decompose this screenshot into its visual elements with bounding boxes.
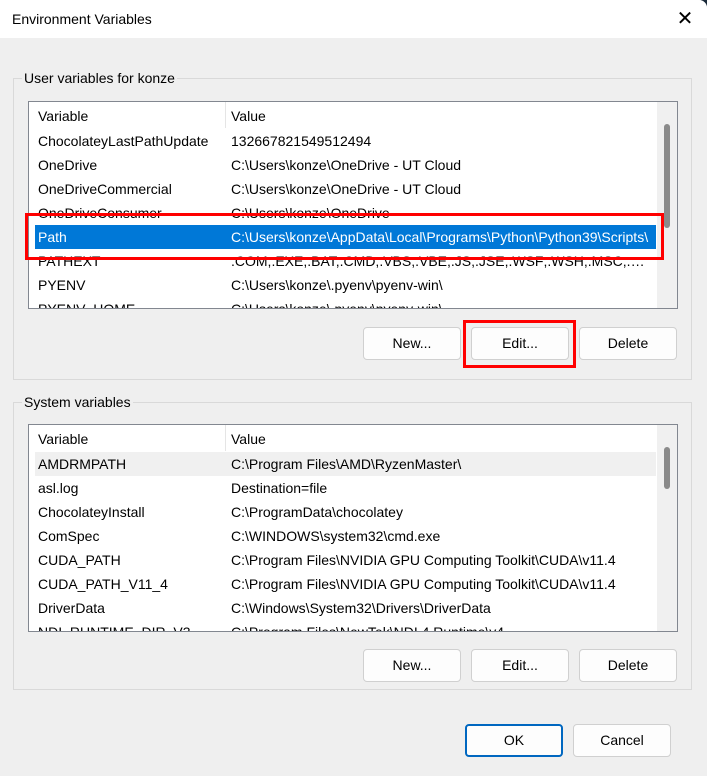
user-new-button[interactable]: New... bbox=[363, 327, 461, 360]
system-delete-button[interactable]: Delete bbox=[579, 649, 677, 682]
variable-value: C:\Users\konze\OneDrive bbox=[231, 205, 390, 221]
column-header-variable[interactable]: Variable bbox=[38, 431, 88, 447]
variable-value: .COM;.EXE;.BAT;.CMD;.VBS;.VBE;.JS;.JSE;.… bbox=[231, 253, 654, 269]
list-header: Variable Value bbox=[29, 102, 657, 128]
variable-value: C:\Program Files\AMD\RyzenMaster\ bbox=[231, 456, 462, 472]
variable-name: CUDA_PATH bbox=[38, 552, 121, 568]
variable-name: OneDriveConsumer bbox=[38, 205, 162, 221]
variable-name: AMDRMPATH bbox=[38, 456, 127, 472]
user-edit-button[interactable]: Edit... bbox=[471, 327, 569, 360]
variable-value: C:\Users\konze\OneDrive - UT Cloud bbox=[231, 181, 462, 197]
variable-value: 132667821549512494 bbox=[231, 133, 372, 149]
column-divider[interactable] bbox=[225, 425, 226, 451]
variable-name: ComSpec bbox=[38, 528, 100, 544]
variable-name: OneDriveCommercial bbox=[38, 181, 172, 197]
table-row[interactable]: CUDA_PATH_V11_4 C:\Program Files\NVIDIA G… bbox=[35, 572, 656, 596]
table-row[interactable]: PYENV_HOME C:\Users\konze\.pyenv\pyenv-wi… bbox=[35, 297, 656, 309]
variable-name: Path bbox=[38, 229, 67, 245]
variable-value: C:\Program Files\NewTek\NDI 4 Runtime\v4 bbox=[231, 624, 505, 632]
variable-value: C:\Windows\System32\Drivers\DriverData bbox=[231, 600, 491, 616]
variable-name: asl.log bbox=[38, 480, 79, 496]
scrollbar[interactable] bbox=[657, 425, 677, 631]
variable-name: ChocolateyLastPathUpdate bbox=[38, 133, 209, 149]
variable-value: C:\Program Files\NVIDIA GPU Computing To… bbox=[231, 552, 616, 568]
list-header: Variable Value bbox=[29, 425, 657, 451]
variable-name: PYENV_HOME bbox=[38, 301, 136, 309]
column-header-value[interactable]: Value bbox=[231, 431, 266, 447]
user-variables-list[interactable]: Variable Value ChocolateyLastPathUpdate 1… bbox=[28, 101, 678, 309]
dialog-title: Environment Variables bbox=[12, 11, 152, 27]
table-row[interactable]: OneDriveConsumer C:\Users\konze\OneDrive bbox=[35, 201, 656, 225]
table-row[interactable]: ChocolateyLastPathUpdate 1326678215495124… bbox=[35, 129, 656, 153]
variable-name: PATHEXT bbox=[38, 253, 101, 269]
system-variables-list[interactable]: Variable Value AMDRMPATH C:\Program Files… bbox=[28, 424, 678, 632]
table-row[interactable]: AMDRMPATH C:\Program Files\AMD\RyzenMaste… bbox=[35, 452, 656, 476]
variable-value: C:\Users\konze\.pyenv\pyenv-win\ bbox=[231, 277, 443, 293]
variable-name: OneDrive bbox=[38, 157, 98, 173]
scrollbar[interactable] bbox=[657, 102, 677, 308]
table-row[interactable]: NDI_RUNTIME_DIR_V3 C:\Program Files\NewTe… bbox=[35, 620, 656, 632]
variable-name: PYENV bbox=[38, 277, 86, 293]
system-new-button[interactable]: New... bbox=[363, 649, 461, 682]
table-row[interactable]: CUDA_PATH C:\Program Files\NVIDIA GPU Com… bbox=[35, 548, 656, 572]
variable-value: C:\Program Files\NVIDIA GPU Computing To… bbox=[231, 576, 616, 592]
close-icon[interactable]: ✕ bbox=[670, 4, 700, 34]
variable-value: C:\Users\konze\OneDrive - UT Cloud bbox=[231, 157, 462, 173]
system-variables-label: System variables bbox=[22, 394, 133, 410]
table-row[interactable]: PYENV C:\Users\konze\.pyenv\pyenv-win\ bbox=[35, 273, 656, 297]
system-edit-button[interactable]: Edit... bbox=[471, 649, 569, 682]
table-row[interactable]: Path C:\Users\konze\AppData\Local\Program… bbox=[35, 225, 656, 249]
table-row[interactable]: asl.log Destination=file bbox=[35, 476, 656, 500]
variable-name: ChocolateyInstall bbox=[38, 504, 145, 520]
variable-value: C:\Users\konze\AppData\Local\Programs\Py… bbox=[231, 229, 649, 245]
ok-button[interactable]: OK bbox=[465, 724, 563, 757]
table-row[interactable]: OneDrive C:\Users\konze\OneDrive - UT Clo… bbox=[35, 153, 656, 177]
variable-name: CUDA_PATH_V11_4 bbox=[38, 576, 168, 592]
environment-variables-dialog: Environment Variables ✕ User variables f… bbox=[0, 0, 707, 776]
variable-value: C:\Users\konze\.pyenv\pyenv-win\ bbox=[231, 301, 443, 309]
variable-value: Destination=file bbox=[231, 480, 328, 496]
scrollbar-thumb[interactable] bbox=[664, 124, 670, 228]
table-row[interactable]: OneDriveCommercial C:\Users\konze\OneDriv… bbox=[35, 177, 656, 201]
table-row[interactable]: ComSpec C:\WINDOWS\system32\cmd.exe bbox=[35, 524, 656, 548]
variable-name: NDI_RUNTIME_DIR_V3 bbox=[38, 624, 191, 632]
column-divider[interactable] bbox=[225, 102, 226, 128]
user-variables-label: User variables for konze bbox=[22, 70, 177, 86]
user-delete-button[interactable]: Delete bbox=[579, 327, 677, 360]
title-bar: Environment Variables ✕ bbox=[0, 0, 707, 38]
column-header-variable[interactable]: Variable bbox=[38, 108, 88, 124]
column-header-value[interactable]: Value bbox=[231, 108, 266, 124]
table-row[interactable]: ChocolateyInstall C:\ProgramData\chocolat… bbox=[35, 500, 656, 524]
table-row[interactable]: PATHEXT .COM;.EXE;.BAT;.CMD;.VBS;.VBE;.JS… bbox=[35, 249, 656, 273]
variable-value: C:\WINDOWS\system32\cmd.exe bbox=[231, 528, 441, 544]
variable-name: DriverData bbox=[38, 600, 105, 616]
table-row[interactable]: DriverData C:\Windows\System32\Drivers\Dr… bbox=[35, 596, 656, 620]
cancel-button[interactable]: Cancel bbox=[573, 724, 671, 757]
variable-value: C:\ProgramData\chocolatey bbox=[231, 504, 403, 520]
scrollbar-thumb[interactable] bbox=[664, 447, 670, 489]
